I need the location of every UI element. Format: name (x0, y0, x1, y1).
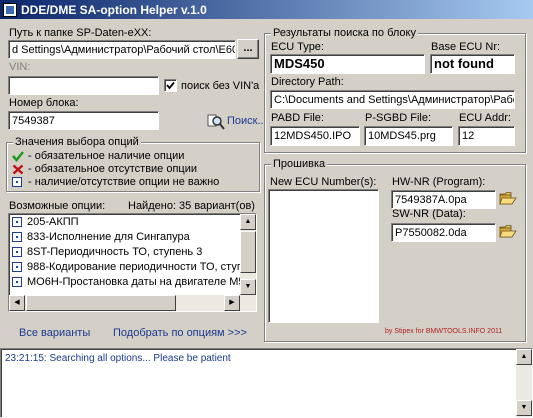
legend-text-required: - обязательное наличие опции (28, 150, 185, 162)
scroll-right-button[interactable]: ▶ (224, 295, 240, 311)
search-link[interactable]: Поиск... (227, 115, 267, 127)
checkmark-icon (166, 81, 175, 90)
options-vertical-scrollbar[interactable]: ▲ ▼ (240, 214, 256, 295)
option-text: 833-Исполнение для Сингапура (27, 230, 190, 243)
red-cross-icon (12, 164, 24, 174)
browse-button[interactable]: ... (237, 39, 259, 59)
credit-text: by Stipex for BMWTOOLS.INFO 2011 (385, 328, 503, 335)
blue-square-icon (12, 276, 22, 287)
legend-item-forbidden: - обязательное отсутствие опции (12, 163, 197, 175)
legend-item-required: - обязательное наличие опции (12, 150, 184, 162)
legend-title: Значения выбора опций (13, 136, 141, 148)
scroll-left-button[interactable]: ◀ (9, 295, 25, 311)
list-item[interactable]: MO6H-Простановка даты на двигателе M54E (9, 274, 256, 289)
base-ecu-field[interactable]: not found (430, 54, 515, 74)
scroll-down-button[interactable]: ▼ (516, 400, 532, 416)
list-item[interactable]: 8ST-Периодичность ТО, ступень 3 (9, 244, 256, 259)
option-text: 8ST-Периодичность ТО, ступень 3 (27, 245, 203, 258)
options-label: Возможные опции: (9, 200, 106, 212)
blue-square-icon (12, 246, 22, 257)
vin-label: VIN: (9, 61, 31, 73)
blue-square-icon (12, 261, 22, 272)
psgbd-file-field[interactable]: 10MDS45.prg (364, 126, 453, 146)
pabd-label: PABD File: (271, 112, 324, 124)
blue-square-icon (12, 231, 22, 242)
log-line: 23:21:15: Searching all options... Pleas… (5, 353, 231, 364)
legend-text-forbidden: - обязательное отсутствие опции (28, 163, 198, 175)
search-icon[interactable] (207, 114, 225, 130)
option-text: MO6H-Простановка даты на двигателе M54E (27, 275, 257, 288)
directory-label: Directory Path: (271, 76, 344, 88)
block-label: Номер блока: (9, 97, 79, 109)
ecu-addr-field[interactable]: 12 (458, 126, 515, 146)
options-horizontal-scrollbar[interactable]: ◀ ▶ (9, 295, 256, 311)
psgbd-label: P-SGBD File: (365, 112, 432, 124)
block-number-input[interactable]: 7549387 (8, 111, 159, 130)
log-vertical-scrollbar[interactable]: ▲ ▼ (516, 349, 532, 417)
pabd-file-field[interactable]: 12MDS450.IPO (270, 126, 360, 146)
base-ecu-label: Base ECU Nr: (431, 41, 501, 53)
new-ecu-list[interactable] (268, 189, 379, 323)
vin-input[interactable] (8, 76, 159, 95)
results-title: Результаты поиска по блоку (271, 27, 418, 39)
scroll-up-button[interactable]: ▲ (240, 214, 256, 230)
blue-square-icon (12, 216, 22, 227)
option-text: 205-АКПП (27, 215, 79, 228)
sw-nr-label: SW-NR (Data): (392, 208, 466, 220)
list-item[interactable]: 205-АКПП (9, 214, 256, 229)
scroll-down-button[interactable]: ▼ (240, 279, 256, 295)
ecu-type-field[interactable]: MDS450 (270, 54, 425, 74)
no-vin-checkbox[interactable] (164, 79, 177, 92)
new-ecu-label: New ECU Number(s): (270, 176, 377, 188)
ecu-type-label: ECU Type: (271, 41, 324, 53)
green-check-icon (12, 150, 24, 162)
title-bar[interactable]: DDE/DME SA-option Helper v.1.0 (0, 0, 533, 19)
firmware-title: Прошивка (271, 158, 328, 170)
blue-square-icon (12, 177, 22, 187)
all-variants-link[interactable]: Все варианты (19, 327, 90, 339)
directory-path-field[interactable]: C:\Documents and Settings\Администратор\… (270, 90, 515, 109)
legend-item-any: - наличие/отсутствие опции не важно (12, 176, 219, 188)
scroll-up-button[interactable]: ▲ (516, 349, 532, 365)
scroll-thumb[interactable] (240, 231, 256, 273)
path-label: Путь к папке SP-Daten-eXX: (9, 27, 152, 39)
path-input[interactable]: d Settings\Администратор\Рабочий стол\E6… (8, 40, 236, 59)
legend-text-any: - наличие/отсутствие опции не важно (28, 176, 220, 188)
no-vin-label: поиск без VIN'a (181, 80, 260, 92)
ecu-addr-label: ECU Addr: (459, 112, 511, 124)
hw-nr-field[interactable]: 7549387A.0pa (391, 190, 496, 209)
pick-by-options-link[interactable]: Подобрать по опциям >>> (113, 327, 247, 339)
open-folder-icon[interactable] (499, 191, 517, 205)
found-count: Найдено: 35 вариант(ов) (128, 200, 255, 212)
option-text: 988-Кодирование периодичности ТО, ступе (27, 260, 249, 273)
sw-nr-field[interactable]: P7550082.0da (391, 223, 496, 242)
window-title: DDE/DME SA-option Helper v.1.0 (21, 2, 207, 17)
list-item[interactable]: 833-Исполнение для Сингапура (9, 229, 256, 244)
list-item[interactable]: 988-Кодирование периодичности ТО, ступе (9, 259, 256, 274)
app-icon (3, 2, 17, 17)
hw-nr-label: HW-NR (Program): (392, 176, 486, 188)
open-folder-icon[interactable] (499, 224, 517, 238)
log-area[interactable]: 23:21:15: Searching all options... Pleas… (0, 348, 533, 418)
hscroll-thumb[interactable] (26, 295, 176, 311)
